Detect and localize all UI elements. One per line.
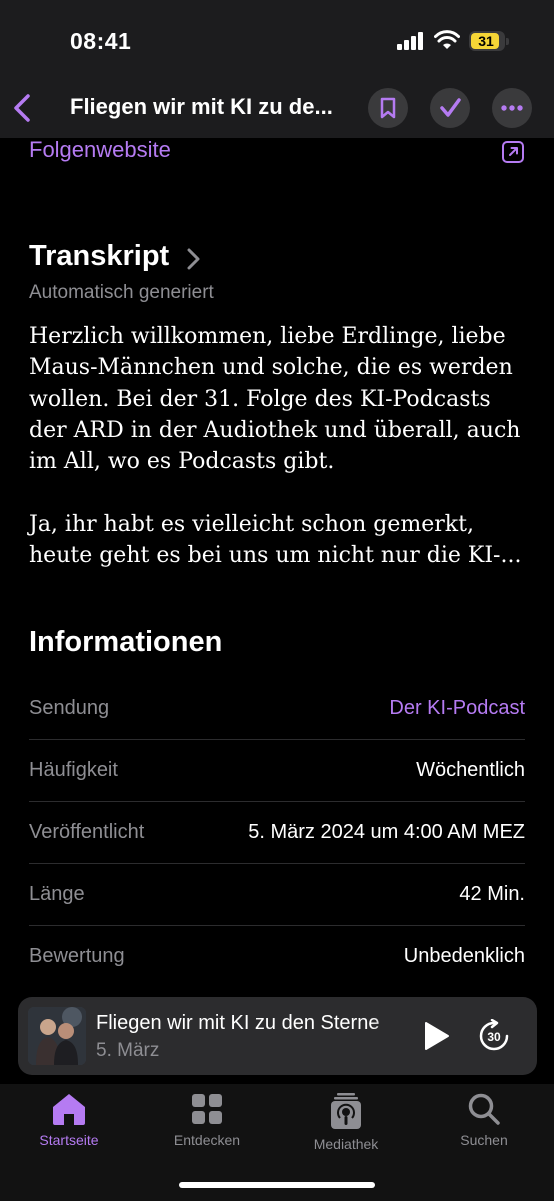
- mini-player-title: Fliegen wir mit KI zu den Sterne: [96, 1012, 408, 1035]
- grid-icon: [192, 1094, 222, 1124]
- transcript-subtitle: Automatisch generiert: [29, 282, 214, 303]
- episode-website-link[interactable]: Folgenwebsite: [29, 137, 525, 167]
- chevron-left-icon[interactable]: [10, 90, 34, 126]
- information-heading: Informationen: [29, 626, 223, 658]
- navigation-bar: Fliegen wir mit KI zu de...: [0, 80, 554, 138]
- info-row-length: Länge 42 Min.: [29, 864, 525, 926]
- bookmark-button[interactable]: [368, 88, 408, 128]
- info-label: Länge: [29, 883, 85, 905]
- tab-label: Entdecken: [173, 1132, 241, 1148]
- bookmark-icon: [380, 97, 396, 119]
- info-row-rating: Bewertung Unbedenklich: [29, 926, 525, 988]
- skip-seconds-label: 30: [487, 1030, 501, 1044]
- tab-search[interactable]: Suchen: [429, 1092, 539, 1148]
- info-label: Sendung: [29, 697, 110, 719]
- search-icon: [468, 1093, 500, 1125]
- checkmark-icon: [440, 98, 461, 117]
- mark-played-button[interactable]: [430, 88, 470, 128]
- info-value: 5. März 2024 um 4:00 AM MEZ: [248, 821, 525, 843]
- information-list: Sendung Der KI-Podcast Häufigkeit Wöchen…: [29, 678, 525, 988]
- tab-label: Startseite: [39, 1132, 99, 1148]
- tab-label: Suchen: [460, 1132, 508, 1148]
- mini-player-date: 5. März: [96, 1040, 160, 1061]
- wifi-icon: [434, 30, 460, 49]
- tab-library[interactable]: Mediathek: [291, 1092, 401, 1152]
- info-row-frequency: Häufigkeit Wöchentlich: [29, 740, 525, 802]
- episode-artwork: [28, 1007, 86, 1065]
- more-button[interactable]: [492, 88, 532, 128]
- skip-forward-30-icon[interactable]: 30: [477, 1019, 511, 1053]
- nav-title: Fliegen wir mit KI zu de...: [70, 94, 333, 119]
- info-value: 42 Min.: [459, 883, 525, 905]
- library-icon: [331, 1093, 361, 1129]
- mini-player-title-text: Fliegen wir mit KI zu den Sterne: [96, 1012, 380, 1034]
- status-bar: 08:41 31: [0, 0, 554, 80]
- external-link-icon[interactable]: [501, 140, 525, 164]
- info-row-published: Veröffentlicht 5. März 2024 um 4:00 AM M…: [29, 802, 525, 864]
- info-value: Unbedenklich: [403, 945, 525, 967]
- home-icon: [53, 1094, 85, 1125]
- show-link[interactable]: Der KI-Podcast: [389, 697, 525, 720]
- play-icon[interactable]: [422, 1021, 450, 1051]
- battery-level: 31: [478, 33, 494, 49]
- transcript-heading[interactable]: Transkript: [29, 240, 169, 273]
- cellular-signal-icon: [397, 32, 425, 50]
- mini-player[interactable]: Fliegen wir mit KI zu den Sterne 5. März…: [18, 997, 537, 1075]
- transcript-paragraph: Ja, ihr habt es vielleicht schon gemerkt…: [29, 511, 522, 569]
- home-indicator[interactable]: [179, 1182, 375, 1188]
- transcript-paragraph: Herzlich willkommen, liebe Erdlinge, lie…: [29, 324, 521, 475]
- info-value: Wöchentlich: [416, 759, 525, 781]
- status-time: 08:41: [70, 28, 132, 54]
- tab-home[interactable]: Startseite: [14, 1092, 124, 1148]
- transcript-excerpt[interactable]: Herzlich willkommen, liebe Erdlinge, lie…: [29, 321, 529, 571]
- info-label: Veröffentlicht: [29, 821, 145, 843]
- info-label: Häufigkeit: [29, 759, 118, 781]
- tab-label: Mediathek: [313, 1136, 379, 1152]
- tab-discover[interactable]: Entdecken: [152, 1092, 262, 1148]
- battery-icon: 31: [469, 31, 505, 51]
- ellipsis-icon: [501, 105, 523, 111]
- info-label: Bewertung: [29, 945, 125, 967]
- info-row-show: Sendung Der KI-Podcast: [29, 678, 525, 740]
- chevron-right-icon[interactable]: [186, 247, 202, 271]
- episode-website-label[interactable]: Folgenwebsite: [29, 137, 171, 162]
